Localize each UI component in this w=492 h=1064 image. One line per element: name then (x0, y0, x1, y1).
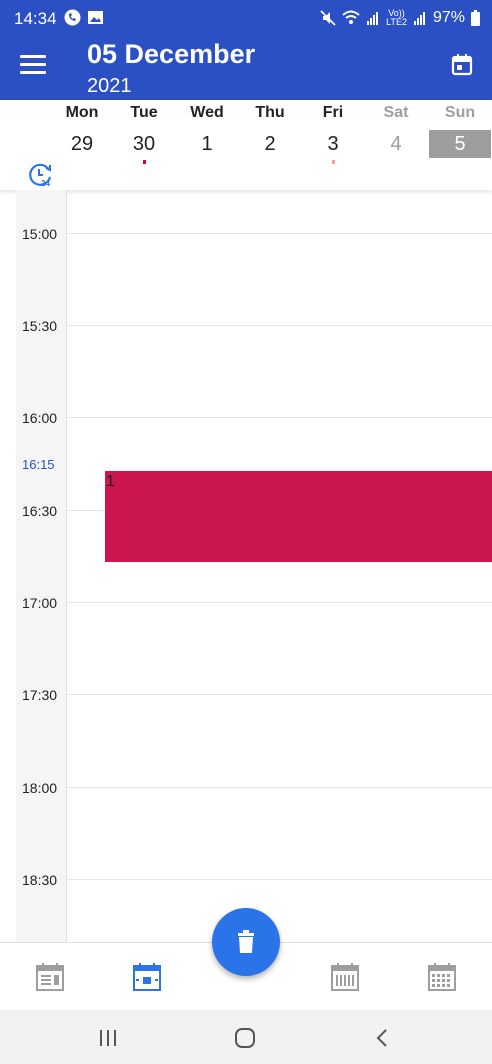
day-tue[interactable]: Tue 30 (113, 104, 175, 164)
menu-button[interactable] (20, 55, 46, 75)
day-number: 4 (390, 133, 402, 155)
app-bar: 05 December 2021 (0, 37, 492, 100)
time-label: 18:00 (22, 780, 58, 796)
time-label: 15:30 (22, 318, 58, 334)
event-indicator-dot (331, 160, 335, 164)
hour-line (66, 787, 492, 788)
day-mon[interactable]: Mon 29 (51, 104, 113, 158)
hour-line (66, 879, 492, 880)
hour-line (66, 602, 492, 603)
wifi-icon (342, 10, 360, 24)
day-number-selected: 5 (429, 130, 491, 158)
time-label: 18:30 (22, 872, 58, 888)
day-fri[interactable]: Fri 3 (302, 104, 364, 164)
signal-icon (367, 12, 379, 25)
agenda-view-icon[interactable] (34, 961, 66, 993)
image-icon (88, 11, 103, 24)
time-label: 16:30 (22, 503, 58, 519)
hour-line (66, 694, 492, 695)
week-header: Mon 29 Tue 30 Wed 1 Thu 2 Fri 3 Sat 4 Su… (0, 100, 492, 190)
phone-call-icon (64, 9, 81, 26)
day-number: 3 (327, 133, 339, 155)
recent-apps-icon[interactable] (97, 1027, 119, 1049)
day-name: Fri (322, 104, 344, 121)
clock-24h-icon[interactable]: 24 (28, 162, 54, 188)
delete-fab-button[interactable] (212, 908, 280, 976)
calendar-icon[interactable] (450, 53, 474, 77)
svg-text:24: 24 (41, 179, 50, 188)
day-number: 2 (264, 133, 276, 155)
hour-line (66, 417, 492, 418)
hour-line (66, 233, 492, 234)
lte-indicator: Vo)) LTE2 (386, 8, 407, 27)
day-name: Sun (444, 104, 476, 121)
trash-icon (238, 930, 254, 953)
day-number: 30 (132, 133, 156, 155)
day-name: Sat (383, 104, 409, 121)
day-sun[interactable]: Sun 5 (429, 104, 491, 158)
day-wed[interactable]: Wed 1 (176, 104, 238, 158)
month-view-icon[interactable] (426, 961, 458, 993)
day-sat[interactable]: Sat 4 (365, 104, 427, 158)
day-number: 1 (201, 133, 213, 155)
signal-icon-2 (413, 12, 425, 25)
day-name: Thu (255, 104, 285, 121)
event-title: 1 (106, 473, 115, 490)
day-name: Wed (190, 104, 224, 121)
day-view-icon[interactable] (131, 961, 163, 993)
time-label: 17:00 (22, 595, 58, 611)
system-navigation-bar (0, 1010, 492, 1064)
battery-percent: 97% (432, 9, 465, 26)
calendar-event[interactable]: 1 (105, 471, 492, 562)
day-number: 29 (70, 133, 94, 155)
back-icon[interactable] (372, 1027, 394, 1049)
day-name: Tue (130, 104, 158, 121)
time-label: 16:00 (22, 410, 58, 426)
battery-icon (471, 10, 480, 26)
time-label: 17:30 (22, 687, 58, 703)
page-title: 05 December (87, 39, 256, 69)
home-icon[interactable] (234, 1027, 256, 1049)
time-label: 15:00 (22, 226, 58, 242)
hour-line (66, 325, 492, 326)
day-name: Mon (65, 104, 99, 121)
current-time-label: 16:15 (22, 457, 55, 472)
mute-icon (320, 10, 336, 26)
page-subtitle-year: 2021 (87, 75, 132, 97)
day-thu[interactable]: Thu 2 (239, 104, 301, 158)
status-bar: 14:34 Vo)) LTE2 97% (0, 0, 492, 37)
week-view-icon[interactable] (329, 961, 361, 993)
status-time: 14:34 (14, 9, 57, 28)
time-column (16, 190, 67, 942)
event-indicator-dot (142, 160, 146, 164)
day-timeline[interactable]: 15:00 15:30 16:00 16:15 16:30 17:00 17:3… (0, 190, 492, 942)
